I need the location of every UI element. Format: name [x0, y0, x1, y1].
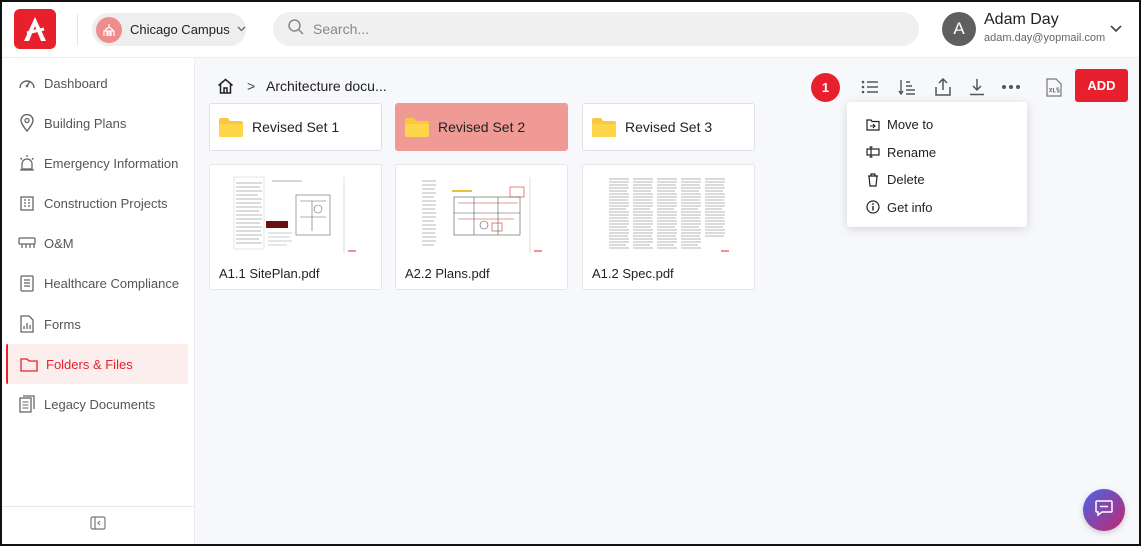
file-card[interactable]: A1.1 SitePlan.pdf: [209, 164, 382, 290]
menu-item-label: Get info: [887, 199, 933, 215]
pdf-thumbnail: [418, 173, 545, 257]
sidebar-item-building-plans[interactable]: Building Plans: [6, 103, 188, 143]
file-name: A1.1 SitePlan.pdf: [219, 266, 320, 281]
folder-card[interactable]: Revised Set 3: [582, 103, 755, 151]
file-card[interactable]: A1.2 Spec.pdf: [582, 164, 755, 290]
location-pin-icon: [18, 114, 36, 132]
user-email: adam.day@yopmail.com: [984, 32, 1106, 44]
rename-icon: [866, 145, 880, 159]
building-icon: [18, 194, 36, 212]
sidebar-item-label: Construction Projects: [44, 195, 168, 211]
app-logo[interactable]: [14, 9, 56, 49]
sidebar-item-healthcare-compliance[interactable]: Healthcare Compliance: [6, 263, 188, 303]
folder-name: Revised Set 3: [625, 119, 713, 135]
search-icon: [287, 18, 305, 41]
folder-icon: [20, 355, 38, 373]
menu-item-label: Rename: [887, 144, 937, 160]
sidebar-item-construction-projects[interactable]: Construction Projects: [6, 183, 188, 223]
sidebar-footer: [2, 506, 194, 544]
sidebar-item-label: Building Plans: [44, 115, 127, 131]
campus-selector[interactable]: Chicago Campus: [92, 13, 246, 46]
campus-icon: [96, 16, 122, 43]
top-divider: [77, 14, 78, 46]
folder-card[interactable]: Revised Set 1: [209, 103, 382, 151]
folder-icon: [404, 116, 430, 138]
chevron-down-icon: [237, 24, 246, 35]
sidebar-item-forms[interactable]: Forms: [6, 304, 188, 344]
sidebar: Dashboard Building Plans Emergency Infor…: [2, 58, 195, 544]
chat-icon: [1094, 498, 1114, 523]
sidebar-item-om[interactable]: O&M: [6, 223, 188, 263]
info-icon: [866, 200, 880, 214]
chat-support-button[interactable]: [1083, 489, 1125, 531]
sidebar-item-emergency-information[interactable]: Emergency Information: [6, 143, 188, 183]
folder-name: Revised Set 1: [252, 119, 340, 135]
move-folder-icon: [866, 118, 880, 132]
search-bar: [273, 12, 919, 46]
menu-item-rename[interactable]: Rename: [847, 139, 1027, 167]
home-icon[interactable]: [217, 78, 234, 99]
dashboard-icon: [18, 74, 36, 92]
more-options-menu: Move to Rename Delete Get info: [847, 102, 1027, 227]
folder-name: Revised Set 2: [438, 119, 526, 135]
export-xls-icon[interactable]: [1042, 75, 1066, 99]
user-menu-chevron-icon[interactable]: [1110, 20, 1122, 38]
share-icon[interactable]: [931, 75, 955, 99]
folder-icon: [591, 116, 617, 138]
trash-icon: [866, 173, 880, 187]
pdf-thumbnail: [605, 173, 732, 257]
sort-icon[interactable]: [895, 75, 919, 99]
clipboard-icon: [18, 274, 36, 292]
breadcrumb-current: Architecture docu...: [266, 78, 387, 94]
sidebar-item-label: O&M: [44, 235, 74, 251]
add-button[interactable]: ADD: [1075, 69, 1128, 102]
download-icon[interactable]: [965, 75, 989, 99]
campus-label: Chicago Campus: [130, 22, 230, 37]
file-name: A1.2 Spec.pdf: [592, 266, 674, 281]
sidebar-item-legacy-documents[interactable]: Legacy Documents: [6, 384, 188, 424]
selection-count-badge: 1: [811, 73, 840, 102]
sidebar-item-label: Legacy Documents: [44, 396, 156, 412]
sidebar-item-dashboard[interactable]: Dashboard: [6, 63, 188, 103]
menu-item-delete[interactable]: Delete: [847, 166, 1027, 194]
avatar[interactable]: A: [942, 12, 976, 46]
folder-card-selected[interactable]: Revised Set 2: [395, 103, 568, 151]
search-input[interactable]: [313, 21, 873, 37]
app-window: Chicago Campus A Adam Day adam.day@yopma…: [0, 0, 1141, 546]
menu-item-label: Delete: [887, 172, 925, 188]
documents-icon: [18, 395, 36, 413]
top-bar: Chicago Campus A Adam Day adam.day@yopma…: [2, 2, 1139, 58]
file-card[interactable]: A2.2 Plans.pdf: [395, 164, 568, 290]
breadcrumb-separator: >: [247, 78, 256, 94]
sidebar-item-label: Forms: [44, 316, 81, 332]
user-name: Adam Day: [984, 11, 1059, 28]
form-icon: [18, 315, 36, 333]
sidebar-item-label: Dashboard: [44, 75, 108, 91]
more-options-icon[interactable]: [999, 75, 1023, 99]
file-name: A2.2 Plans.pdf: [405, 266, 490, 281]
list-view-icon[interactable]: [858, 75, 882, 99]
folder-icon: [218, 116, 244, 138]
sidebar-item-label: Emergency Information: [44, 155, 179, 171]
sidebar-item-label: Healthcare Compliance: [44, 275, 180, 291]
pdf-thumbnail: [232, 173, 359, 257]
tools-icon: [18, 234, 36, 252]
collapse-sidebar-icon[interactable]: [90, 516, 106, 535]
menu-item-get-info[interactable]: Get info: [847, 194, 1027, 222]
sidebar-item-folders-files[interactable]: Folders & Files: [6, 344, 188, 384]
sidebar-item-label: Folders & Files: [46, 356, 133, 372]
alarm-icon: [18, 154, 36, 172]
menu-item-move-to[interactable]: Move to: [847, 111, 1027, 139]
menu-item-label: Move to: [887, 117, 934, 133]
